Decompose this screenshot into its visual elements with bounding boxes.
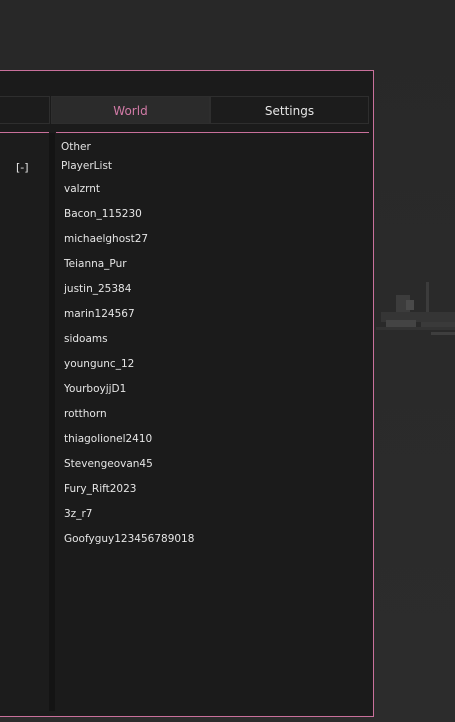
section-playerlist[interactable]: PlayerList — [61, 160, 112, 172]
tab-offscreen[interactable] — [0, 96, 50, 124]
player-item[interactable]: michaelghost27 — [64, 232, 194, 257]
player-item[interactable]: Bacon_115230 — [64, 207, 194, 232]
player-item[interactable]: valzrnt — [64, 182, 194, 207]
player-item[interactable]: YourboyjjD1 — [64, 382, 194, 407]
player-item[interactable]: youngunc_12 — [64, 357, 194, 382]
tab-settings-label: Settings — [264, 104, 315, 118]
player-item[interactable]: rotthorn — [64, 407, 194, 432]
column-separator — [49, 133, 55, 711]
cheat-menu-panel: World Settings [-] Other PlayerList valz… — [0, 70, 374, 717]
section-other[interactable]: Other — [61, 141, 91, 153]
tab-world[interactable]: World — [51, 96, 210, 124]
player-item[interactable]: Teianna_Pur — [64, 257, 194, 282]
collapse-toggle[interactable]: [-] — [16, 161, 29, 174]
left-column — [0, 133, 49, 711]
player-item[interactable]: sidoams — [64, 332, 194, 357]
player-item[interactable]: Stevengeovan45 — [64, 457, 194, 482]
player-item[interactable]: Fury_Rift2023 — [64, 482, 194, 507]
tab-bar: World Settings — [0, 96, 369, 124]
world-content: Other PlayerList valzrnt Bacon_115230 mi… — [56, 133, 369, 711]
player-item[interactable]: marin124567 — [64, 307, 194, 332]
tab-settings[interactable]: Settings — [210, 96, 369, 124]
player-item[interactable]: 3z_r7 — [64, 507, 194, 532]
player-item[interactable]: justin_25384 — [64, 282, 194, 307]
player-item[interactable]: thiagolionel2410 — [64, 432, 194, 457]
player-list: valzrnt Bacon_115230 michaelghost27 Teia… — [64, 182, 194, 557]
player-item[interactable]: Goofyguy123456789018 — [64, 532, 194, 557]
distant-structure — [376, 270, 455, 350]
tab-world-label: World — [113, 104, 148, 118]
